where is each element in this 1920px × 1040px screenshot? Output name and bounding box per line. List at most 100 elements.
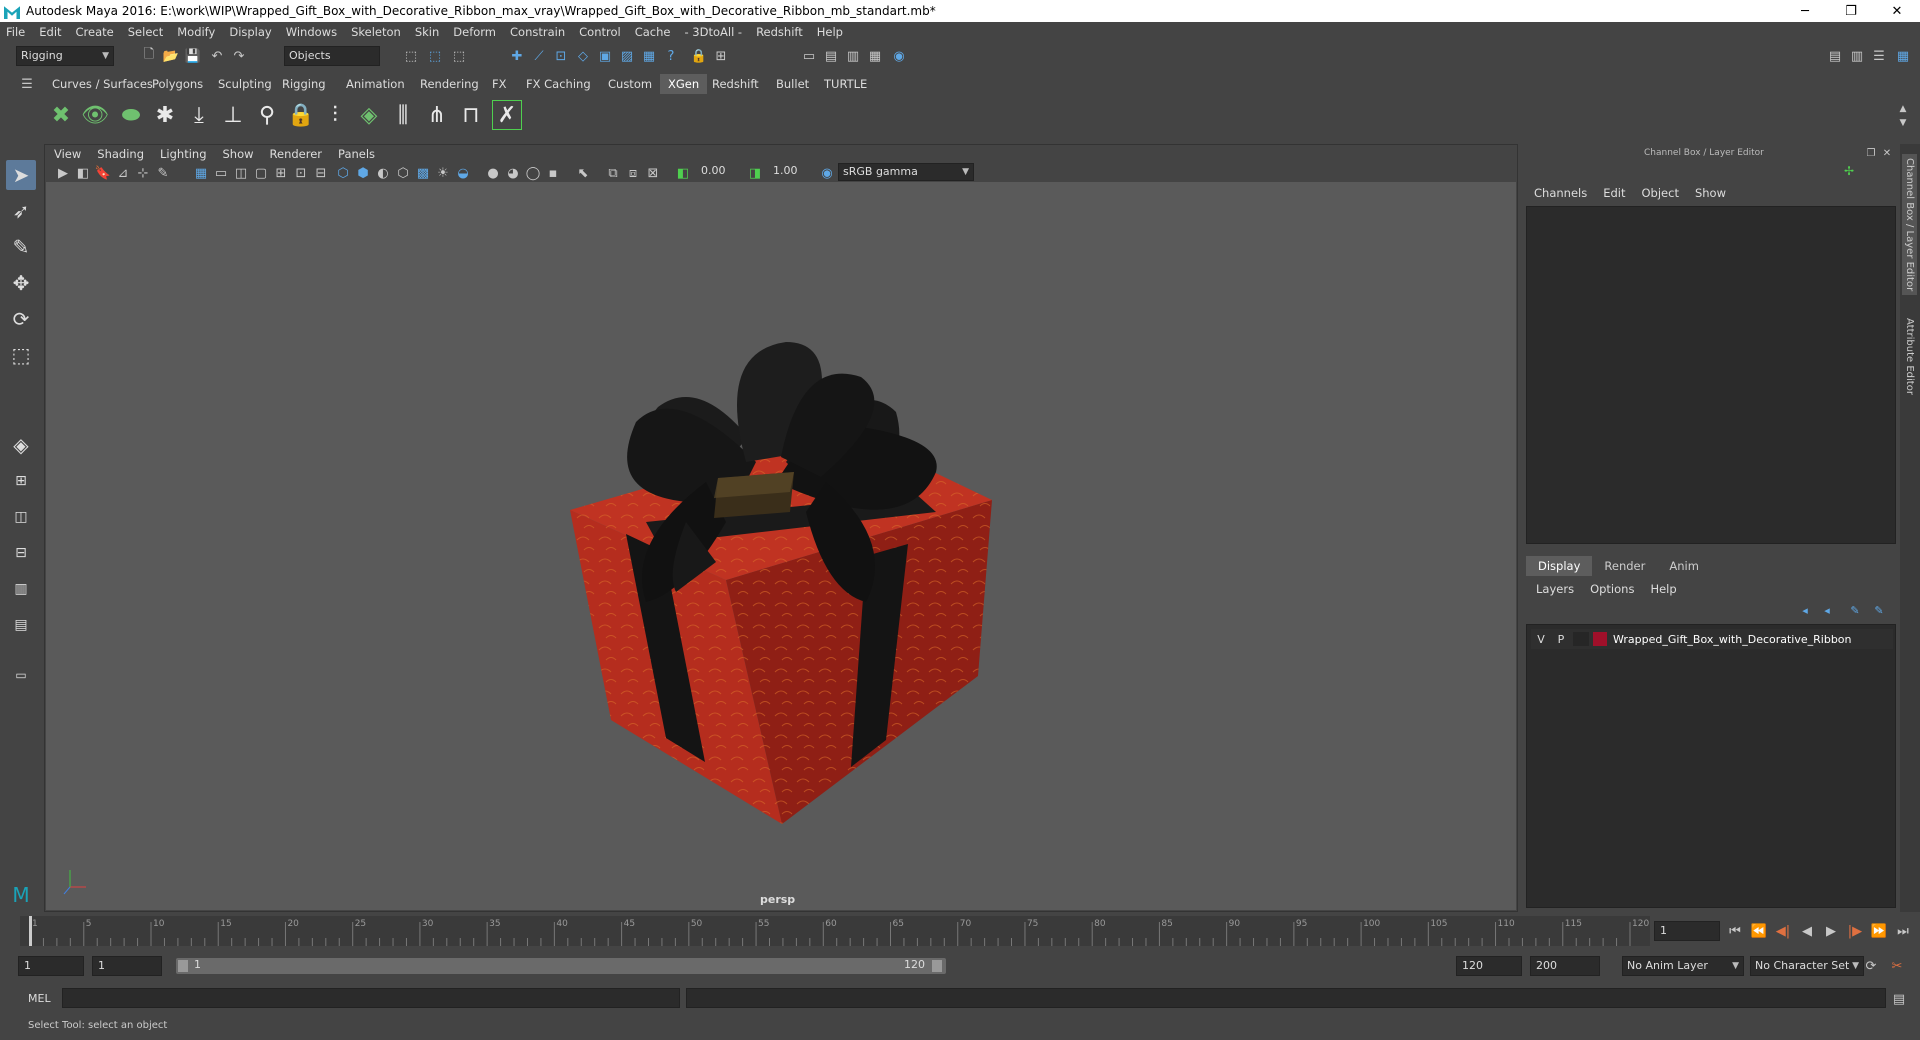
channel-box-menu-object[interactable]: Object — [1642, 186, 1679, 200]
grease-pencil-icon[interactable]: ✎ — [154, 164, 172, 182]
snap-grid-icon[interactable]: ✚ — [508, 47, 526, 65]
menu-skin[interactable]: Skin — [415, 25, 439, 39]
xgen-add-guide-icon[interactable]: ⤓ — [184, 100, 214, 130]
range-slider-start-handle[interactable] — [178, 960, 188, 972]
textured-icon[interactable]: ▩ — [414, 164, 432, 182]
time-slider[interactable]: 1 5 10 15 20 25 30 35 40 45 50 55 60 65 70 75 80 85 90 95 10… — [20, 916, 1650, 946]
construction-history-icon[interactable]: ⊞ — [712, 47, 730, 65]
lasso-tool-icon[interactable]: ➶ — [6, 196, 36, 226]
current-frame-field[interactable]: 1 — [1654, 921, 1720, 941]
layer-tab-display[interactable]: Display — [1526, 556, 1593, 576]
menu-modify[interactable]: Modify — [177, 25, 215, 39]
range-slider[interactable]: 1 120 — [176, 958, 946, 974]
menu-help[interactable]: Help — [817, 25, 843, 39]
xgen-create-description-icon[interactable]: ⬬ — [116, 100, 146, 130]
attribute-editor-side-tab[interactable]: Attribute Editor — [1902, 314, 1917, 399]
color-management-icon[interactable]: ◉ — [818, 164, 836, 182]
channel-box-area[interactable] — [1526, 206, 1896, 544]
layer-row[interactable]: V P Wrapped_Gift_Box_with_Decorative_Rib… — [1531, 629, 1893, 649]
render-settings-icon[interactable]: ▦ — [866, 47, 884, 65]
safe-action-icon[interactable]: ⊡ — [292, 164, 310, 182]
shelf-scroll-down-icon[interactable]: ▼ — [1894, 114, 1912, 132]
exposure-icon[interactable]: ◧ — [674, 164, 692, 182]
xgen-sculpt-guides-icon[interactable]: ⊥ — [218, 100, 248, 130]
menu-cache[interactable]: Cache — [635, 25, 671, 39]
safe-title-icon[interactable]: ⊟ — [312, 164, 330, 182]
menu-edit[interactable]: Edit — [39, 25, 61, 39]
new-layer-selected-icon[interactable]: ✎ — [1870, 601, 1888, 619]
snap-live-icon[interactable]: ▨ — [618, 47, 636, 65]
xgen-lock-guides-icon[interactable]: 🔒 — [286, 100, 316, 130]
shelf-tab-sculpting[interactable]: Sculpting — [210, 74, 280, 94]
attribute-editor-toggle-icon[interactable]: ▥ — [1848, 47, 1866, 65]
persp-graph-layout-icon[interactable]: ⊟ — [6, 538, 36, 568]
shelf-tab-polygons[interactable]: Polygons — [144, 74, 211, 94]
viewport-menu-renderer[interactable]: Renderer — [270, 147, 323, 161]
go-to-start-icon[interactable]: ⏮ — [1726, 922, 1744, 940]
menu-select[interactable]: Select — [128, 25, 163, 39]
current-time-marker[interactable] — [29, 916, 32, 946]
menu-skeleton[interactable]: Skeleton — [351, 25, 401, 39]
step-forward-key-icon[interactable]: ⏩ — [1870, 922, 1888, 940]
single-perspective-layout-icon[interactable]: ◈ — [6, 430, 36, 460]
layer-tab-anim[interactable]: Anim — [1657, 556, 1711, 576]
viewport-menu-view[interactable]: View — [54, 147, 81, 161]
shelf-tab-xgen[interactable]: XGen — [660, 74, 708, 94]
xgen-place-guides-icon[interactable]: ✱ — [150, 100, 180, 130]
viewport-menu-shading[interactable]: Shading — [97, 147, 144, 161]
xray-icon[interactable]: ⧉ — [604, 164, 622, 182]
select-component-icon[interactable]: ⬚ — [450, 47, 468, 65]
layer-name[interactable]: Wrapped_Gift_Box_with_Decorative_Ribbon — [1613, 633, 1852, 646]
ipr-render-icon[interactable]: ▥ — [844, 47, 862, 65]
channel-box-menu-edit[interactable]: Edit — [1603, 186, 1625, 200]
shadows-icon[interactable]: ◒ — [454, 164, 472, 182]
render-frame-icon[interactable]: ▤ — [822, 47, 840, 65]
restore-button[interactable]: ❐ — [1828, 0, 1874, 22]
viewport-menu-panels[interactable]: Panels — [338, 147, 375, 161]
animation-prefs-icon[interactable]: ✂ — [1888, 957, 1906, 975]
command-language-label[interactable]: MEL — [28, 992, 51, 1005]
outliner-persp-graph-layout-icon[interactable]: ▥ — [6, 574, 36, 604]
menu-3dtoall[interactable]: - 3DtoAll - — [684, 25, 742, 39]
menu-control[interactable]: Control — [579, 25, 621, 39]
step-back-key-icon[interactable]: ⏪ — [1750, 922, 1768, 940]
step-forward-frame-icon[interactable]: |▶ — [1846, 922, 1864, 940]
snap-curve-icon[interactable]: ⟋ — [530, 47, 548, 65]
shelf-tab-custom[interactable]: Custom — [600, 74, 660, 94]
field-chart-icon[interactable]: ⊞ — [272, 164, 290, 182]
play-backwards-icon[interactable]: ◀ — [1798, 922, 1816, 940]
layer-visibility-toggle[interactable]: V — [1531, 633, 1551, 646]
shelf-tab-turtle[interactable]: TURTLE — [816, 74, 875, 94]
gamma-field[interactable]: 1.00 — [768, 163, 814, 181]
command-input[interactable] — [62, 988, 680, 1008]
viewport-menu-lighting[interactable]: Lighting — [160, 147, 206, 161]
xray-joints-icon[interactable]: ⊠ — [644, 164, 662, 182]
script-editor-icon[interactable]: ▤ — [1890, 990, 1908, 1008]
save-scene-icon[interactable]: 💾 — [184, 47, 202, 65]
xgen-preview-icon[interactable]: 👁 — [80, 100, 110, 130]
gate-mask-icon[interactable]: ▢ — [252, 164, 270, 182]
menu-file[interactable]: File — [6, 25, 25, 39]
2d-pan-zoom-icon[interactable]: ⊹ — [134, 164, 152, 182]
new-empty-layer-icon[interactable]: ✎ — [1846, 601, 1864, 619]
hypershade-persp-layout-icon[interactable]: ▤ — [6, 610, 36, 640]
move-tool-icon[interactable]: ✥ — [6, 268, 36, 298]
playback-end-field[interactable]: 120 — [1456, 956, 1522, 976]
select-camera-icon[interactable]: ▶ — [54, 164, 72, 182]
grid-toggle-icon[interactable]: ▦ — [192, 164, 210, 182]
start-time-field[interactable]: 1 — [18, 956, 84, 976]
xgen-comb-icon[interactable]: ⫼ — [388, 100, 418, 130]
modeling-toolkit-icon[interactable]: ▤ — [1826, 47, 1844, 65]
tool-settings-toggle-icon[interactable]: ☰ — [1870, 47, 1888, 65]
shelf-menu-icon[interactable]: ☰ — [18, 75, 36, 93]
open-scene-icon[interactable]: 📂 — [162, 47, 180, 65]
new-scene-icon[interactable]: 🗋 — [140, 47, 158, 65]
play-forwards-icon[interactable]: ▶ — [1822, 922, 1840, 940]
xgen-groom-icon[interactable]: ◈ — [354, 100, 384, 130]
four-view-layout-icon[interactable]: ⊞ — [6, 466, 36, 496]
channel-box-menu-show[interactable]: Show — [1695, 186, 1726, 200]
layer-menu-help[interactable]: Help — [1650, 582, 1676, 596]
depth-of-field-icon[interactable]: ▪ — [544, 164, 562, 182]
shelf-tab-fx[interactable]: FX — [484, 74, 515, 94]
isolate-select-icon[interactable]: ⬉ — [574, 164, 592, 182]
